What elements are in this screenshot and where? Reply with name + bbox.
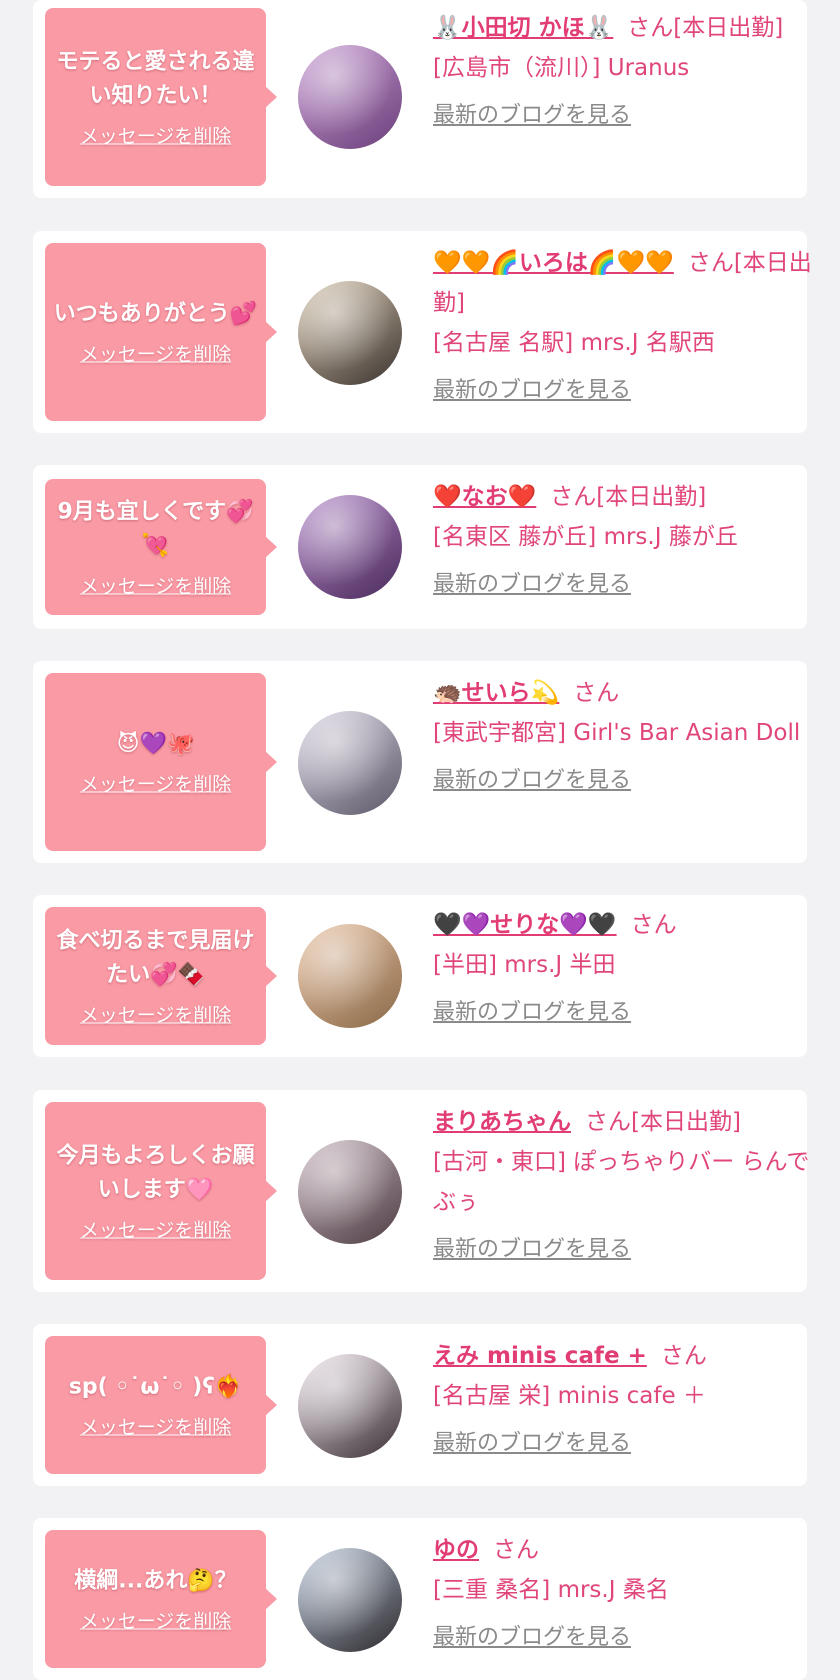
latest-blog-link[interactable]: 最新のブログを見る: [433, 1618, 631, 1658]
cast-suffix: さん[本日出勤]: [585, 1109, 741, 1135]
delete-message-link[interactable]: メッセージを削除: [80, 572, 232, 599]
latest-blog-link[interactable]: 最新のブログを見る: [433, 1424, 631, 1464]
latest-blog-link[interactable]: 最新のブログを見る: [433, 565, 631, 605]
message-card: モテると愛される違い知りたい！ メッセージを削除 🐰小田切 かほ🐰 さん[本日出勤…: [33, 0, 807, 198]
cast-info: まりあちゃん さん[本日出勤] [古河・東口] ぽっちゃりバー らんでぶぅ 最新の…: [433, 1102, 828, 1270]
avatar[interactable]: [298, 45, 402, 149]
message-bubble: いつもありがとう💕 メッセージを削除: [45, 243, 277, 421]
message-bubble: 横綱...あれ🤔？ メッセージを削除: [45, 1530, 277, 1668]
cast-name-link[interactable]: まりあちゃん: [433, 1109, 571, 1135]
delete-message-link[interactable]: メッセージを削除: [80, 1216, 232, 1243]
latest-blog-link[interactable]: 最新のブログを見る: [433, 761, 631, 801]
shop-name: [広島市（流川）] Uranus: [433, 55, 690, 81]
cast-suffix: さん: [630, 912, 677, 938]
cast-info: ゆの さん [三重 桑名] mrs.J 桑名 最新のブログを見る: [433, 1530, 828, 1658]
message-text: 食べ切るまで見届けたい💞🍫: [56, 928, 255, 988]
message-card: 横綱...あれ🤔？ メッセージを削除 ゆの さん [三重 桑名] mrs.J 桑名…: [33, 1518, 807, 1680]
cast-name-link[interactable]: 🦔せいら💫: [433, 680, 559, 706]
delete-message-link[interactable]: メッセージを削除: [80, 122, 232, 149]
cast-name-link[interactable]: えみ minis cafe +: [433, 1343, 647, 1369]
message-bubble: 食べ切るまで見届けたい💞🍫 メッセージを削除: [45, 907, 277, 1045]
avatar[interactable]: [298, 1548, 402, 1652]
message-text: 今月もよろしくお願いします🩷: [56, 1143, 255, 1203]
cast-name-link[interactable]: ゆの: [433, 1537, 479, 1563]
message-card: 今月もよろしくお願いします🩷 メッセージを削除 まりあちゃん さん[本日出勤] […: [33, 1090, 809, 1292]
cast-name-link[interactable]: 🖤💜せりな💜🖤: [433, 912, 617, 938]
shop-name: [名古屋 栄] minis cafe ＋: [433, 1383, 706, 1409]
cast-name-link[interactable]: 🧡🧡🌈いろは🌈🧡🧡: [433, 250, 674, 276]
message-bubble: 9月も宜しくです💞💘 メッセージを削除: [45, 479, 277, 615]
cast-info: 🦔せいら💫 さん [東武宇都宮] Girl's Bar Asian Doll 最新…: [433, 673, 828, 801]
message-bubble: モテると愛される違い知りたい！ メッセージを削除: [45, 8, 277, 186]
cast-suffix: さん[本日出勤]: [627, 15, 784, 41]
message-text: モテると愛される違い知りたい！: [56, 49, 255, 109]
message-bubble: 今月もよろしくお願いします🩷 メッセージを削除: [45, 1102, 277, 1280]
shop-name: [古河・東口] ぽっちゃりバー らんでぶぅ: [433, 1149, 810, 1215]
cast-suffix: さん: [573, 680, 620, 706]
message-card: いつもありがとう💕 メッセージを削除 🧡🧡🌈いろは🌈🧡🧡 さん[本日出勤] [名古…: [33, 231, 812, 433]
delete-message-link[interactable]: メッセージを削除: [80, 340, 232, 367]
message-card: 食べ切るまで見届けたい💞🍫 メッセージを削除 🖤💜せりな💜🖤 さん [半田] mr…: [33, 895, 807, 1057]
delete-message-link[interactable]: メッセージを削除: [80, 1413, 232, 1440]
message-text: 9月も宜しくです💞💘: [57, 499, 254, 559]
shop-name: [東武宇都宮] Girl's Bar Asian Doll: [433, 720, 801, 746]
cast-suffix: さん: [493, 1537, 539, 1563]
shop-name: [三重 桑名] mrs.J 桑名: [433, 1577, 669, 1603]
cast-suffix: さん: [660, 1343, 707, 1369]
cast-info: えみ minis cafe + さん [名古屋 栄] minis cafe ＋ 最…: [433, 1336, 828, 1464]
avatar[interactable]: [298, 1354, 402, 1458]
avatar[interactable]: [298, 1140, 402, 1244]
shop-name: [名東区 藤が丘] mrs.J 藤が丘: [433, 524, 738, 550]
message-text: 😈💜🐙: [116, 731, 195, 757]
message-card: sp( ◦˙ω˙◦ )ʕ❤️‍🔥 メッセージを削除 えみ minis cafe …: [33, 1324, 807, 1486]
avatar[interactable]: [298, 711, 402, 815]
message-bubble: 😈💜🐙 メッセージを削除: [45, 673, 277, 851]
delete-message-link[interactable]: メッセージを削除: [80, 1607, 232, 1634]
message-bubble: sp( ◦˙ω˙◦ )ʕ❤️‍🔥 メッセージを削除: [45, 1336, 277, 1474]
latest-blog-link[interactable]: 最新のブログを見る: [433, 1230, 631, 1270]
message-card: 9月も宜しくです💞💘 メッセージを削除 ❤️なお❤️ さん[本日出勤] [名東区 …: [33, 465, 807, 629]
avatar[interactable]: [298, 281, 402, 385]
delete-message-link[interactable]: メッセージを削除: [80, 1001, 232, 1028]
message-text: いつもありがとう💕: [53, 301, 258, 327]
cast-name-link[interactable]: ❤️なお❤️: [433, 484, 536, 510]
message-text: 横綱...あれ🤔？: [74, 1568, 237, 1594]
cast-suffix: さん[本日出勤]: [550, 484, 707, 510]
cast-info: 🧡🧡🌈いろは🌈🧡🧡 さん[本日出勤] [名古屋 名駅] mrs.J 名駅西 最新の…: [433, 243, 828, 411]
latest-blog-link[interactable]: 最新のブログを見る: [433, 96, 631, 136]
message-card: 😈💜🐙 メッセージを削除 🦔せいら💫 さん [東武宇都宮] Girl's Bar …: [33, 661, 807, 863]
latest-blog-link[interactable]: 最新のブログを見る: [433, 371, 631, 411]
cast-info: 🐰小田切 かほ🐰 さん[本日出勤] [広島市（流川）] Uranus 最新のブログ…: [433, 8, 828, 136]
cast-info: 🖤💜せりな💜🖤 さん [半田] mrs.J 半田 最新のブログを見る: [433, 905, 828, 1033]
latest-blog-link[interactable]: 最新のブログを見る: [433, 993, 631, 1033]
shop-name: [半田] mrs.J 半田: [433, 952, 616, 978]
message-text: sp( ◦˙ω˙◦ )ʕ❤️‍🔥: [68, 1374, 243, 1400]
cast-name-link[interactable]: 🐰小田切 かほ🐰: [433, 15, 613, 41]
shop-name: [名古屋 名駅] mrs.J 名駅西: [433, 330, 715, 356]
avatar[interactable]: [298, 495, 402, 599]
delete-message-link[interactable]: メッセージを削除: [80, 770, 232, 797]
cast-info: ❤️なお❤️ さん[本日出勤] [名東区 藤が丘] mrs.J 藤が丘 最新のブロ…: [433, 477, 828, 605]
avatar[interactable]: [298, 924, 402, 1028]
